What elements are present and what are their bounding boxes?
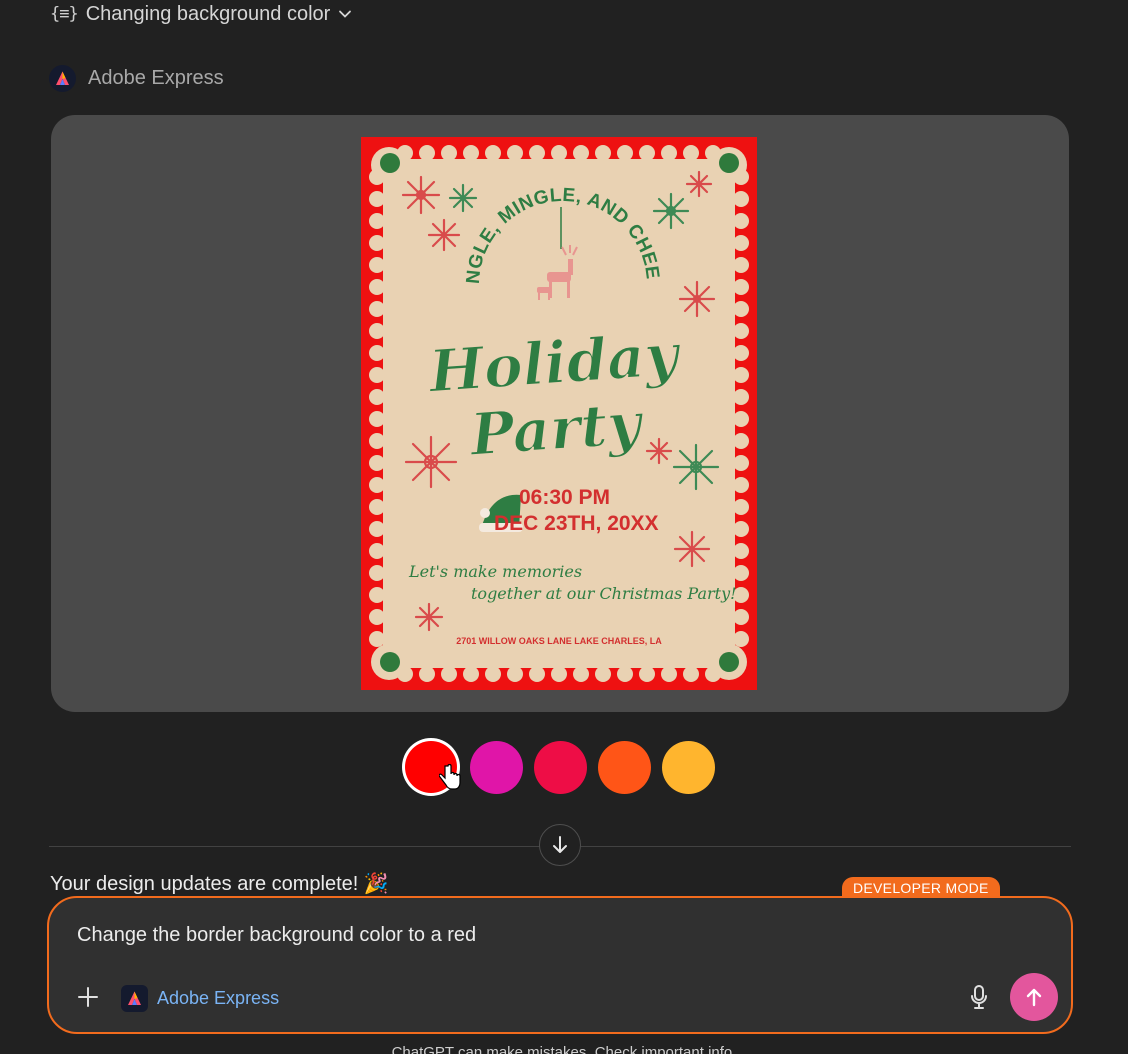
snowflake-icon [448,183,478,213]
flyer-design[interactable]: JINGLE, MINGLE, AND CHEER! Holiday Party… [361,137,757,690]
color-swatch[interactable] [470,740,523,794]
snowflake-icon [401,175,441,215]
snowflake-icon [427,218,461,252]
snowflake-icon [404,435,458,489]
plus-icon [78,987,98,1007]
scroll-to-bottom-button[interactable] [539,824,581,866]
chevron-down-icon [339,10,352,18]
arrow-down-icon [553,836,567,853]
snowflake-icon [678,280,716,318]
corner-dot [380,652,400,672]
flyer-time: 06:30 PM [519,486,610,509]
assistant-message: Your design updates are complete! 🎉 [50,871,389,896]
adobe-express-logo-icon [121,984,148,1012]
snowflake-icon [673,530,711,568]
send-button[interactable] [1010,973,1058,1021]
adobe-express-logo-icon [49,64,76,92]
corner-dot [380,153,400,173]
app-attribution: Adobe Express [49,64,224,92]
voice-input-button[interactable] [967,984,991,1010]
tool-call-label: Changing background color [85,2,331,25]
selected-app-chip[interactable]: Adobe Express [121,984,279,1012]
arrow-up-icon [1026,988,1042,1007]
snowflake-icon [645,437,673,465]
prompt-composer[interactable]: Change the border background color to a … [47,896,1073,1034]
corner-dot [719,153,739,173]
flyer-tagline1: Let's make memories [408,562,582,581]
selected-app-name: Adobe Express [157,987,280,1008]
flyer-title-line2: Party [466,389,647,469]
flyer-tagline2: together at our Christmas Party! [471,584,737,603]
app-name: Adobe Express [88,66,224,89]
add-attachment-button[interactable] [75,984,101,1010]
snowflake-icon [685,170,713,198]
corner-dot [719,652,739,672]
prompt-input[interactable]: Change the border background color to a … [77,924,476,947]
snowflake-icon [652,192,690,230]
code-braces-icon: {≡} [50,4,79,24]
color-swatch[interactable] [598,740,651,794]
disclaimer-text: ChatGPT can make mistakes. Check importa… [391,1044,737,1054]
tool-call-header[interactable]: {≡} Changing background color [50,2,352,26]
assistant-message-text: Your design updates are complete! 🎉 [50,873,389,895]
snowflake-icon [672,443,720,491]
microphone-icon [971,985,987,1009]
hand-cursor-icon [439,764,461,790]
flyer-address: 2701 WILLOW OAKS LANE LAKE CHARLES, LA [456,636,662,646]
color-swatch[interactable] [662,740,715,794]
color-swatch[interactable] [534,740,587,794]
flyer-date: DEC 23TH, 20XX [494,512,659,535]
snowflake-icon [414,602,444,632]
